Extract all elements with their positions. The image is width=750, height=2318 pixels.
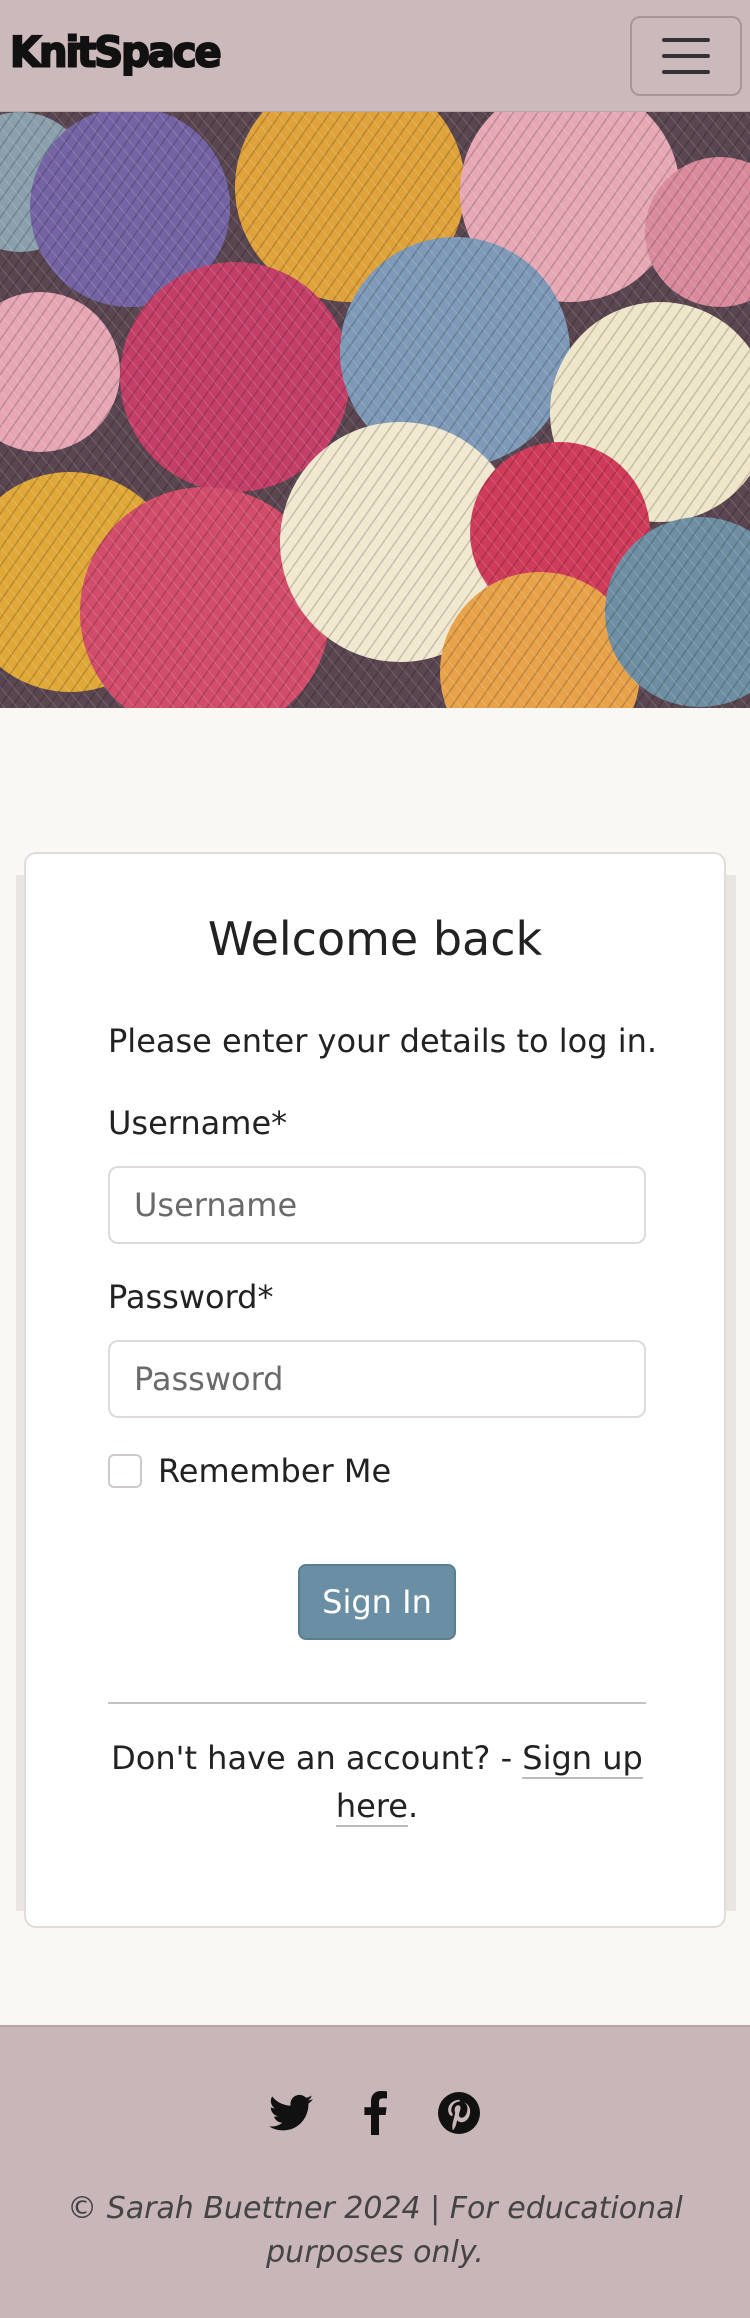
twitter-icon[interactable] (265, 2087, 317, 2139)
hamburger-menu-icon (662, 38, 710, 42)
password-input[interactable] (108, 1340, 646, 1418)
password-label: Password* (108, 1278, 274, 1316)
hamburger-menu-icon-bar (662, 70, 710, 74)
signup-suffix: . (407, 1787, 419, 1825)
username-input[interactable] (108, 1166, 646, 1244)
footer: © Sarah Buettner 2024 | For educational … (0, 2025, 750, 2318)
social-links (0, 2087, 750, 2139)
remember-me-checkbox[interactable] (108, 1454, 142, 1488)
signup-prefix: Don't have an account? - (111, 1739, 523, 1777)
navbar-toggle-button[interactable] (630, 16, 742, 96)
remember-me-label[interactable]: Remember Me (158, 1452, 391, 1490)
signup-prompt: Don't have an account? - Sign up here. (86, 1734, 668, 1830)
login-intro: Please enter your details to log in. (108, 1022, 658, 1060)
divider (108, 1702, 646, 1704)
brand-logo[interactable]: KnitSpace (9, 28, 223, 78)
sign-in-button[interactable]: Sign In (298, 1564, 456, 1640)
page-title: Welcome back (207, 912, 543, 966)
remember-me: Remember Me (108, 1452, 391, 1490)
hamburger-menu-icon-bar (662, 54, 710, 58)
username-label: Username* (108, 1104, 288, 1142)
login-card: Welcome back Please enter your details t… (24, 852, 726, 1928)
copyright-text: © Sarah Buettner 2024 | For educational … (67, 2191, 683, 2270)
facebook-icon[interactable] (349, 2087, 401, 2139)
pinterest-icon[interactable] (433, 2087, 485, 2139)
hero-image (0, 112, 750, 708)
navbar: KnitSpace (0, 0, 750, 112)
